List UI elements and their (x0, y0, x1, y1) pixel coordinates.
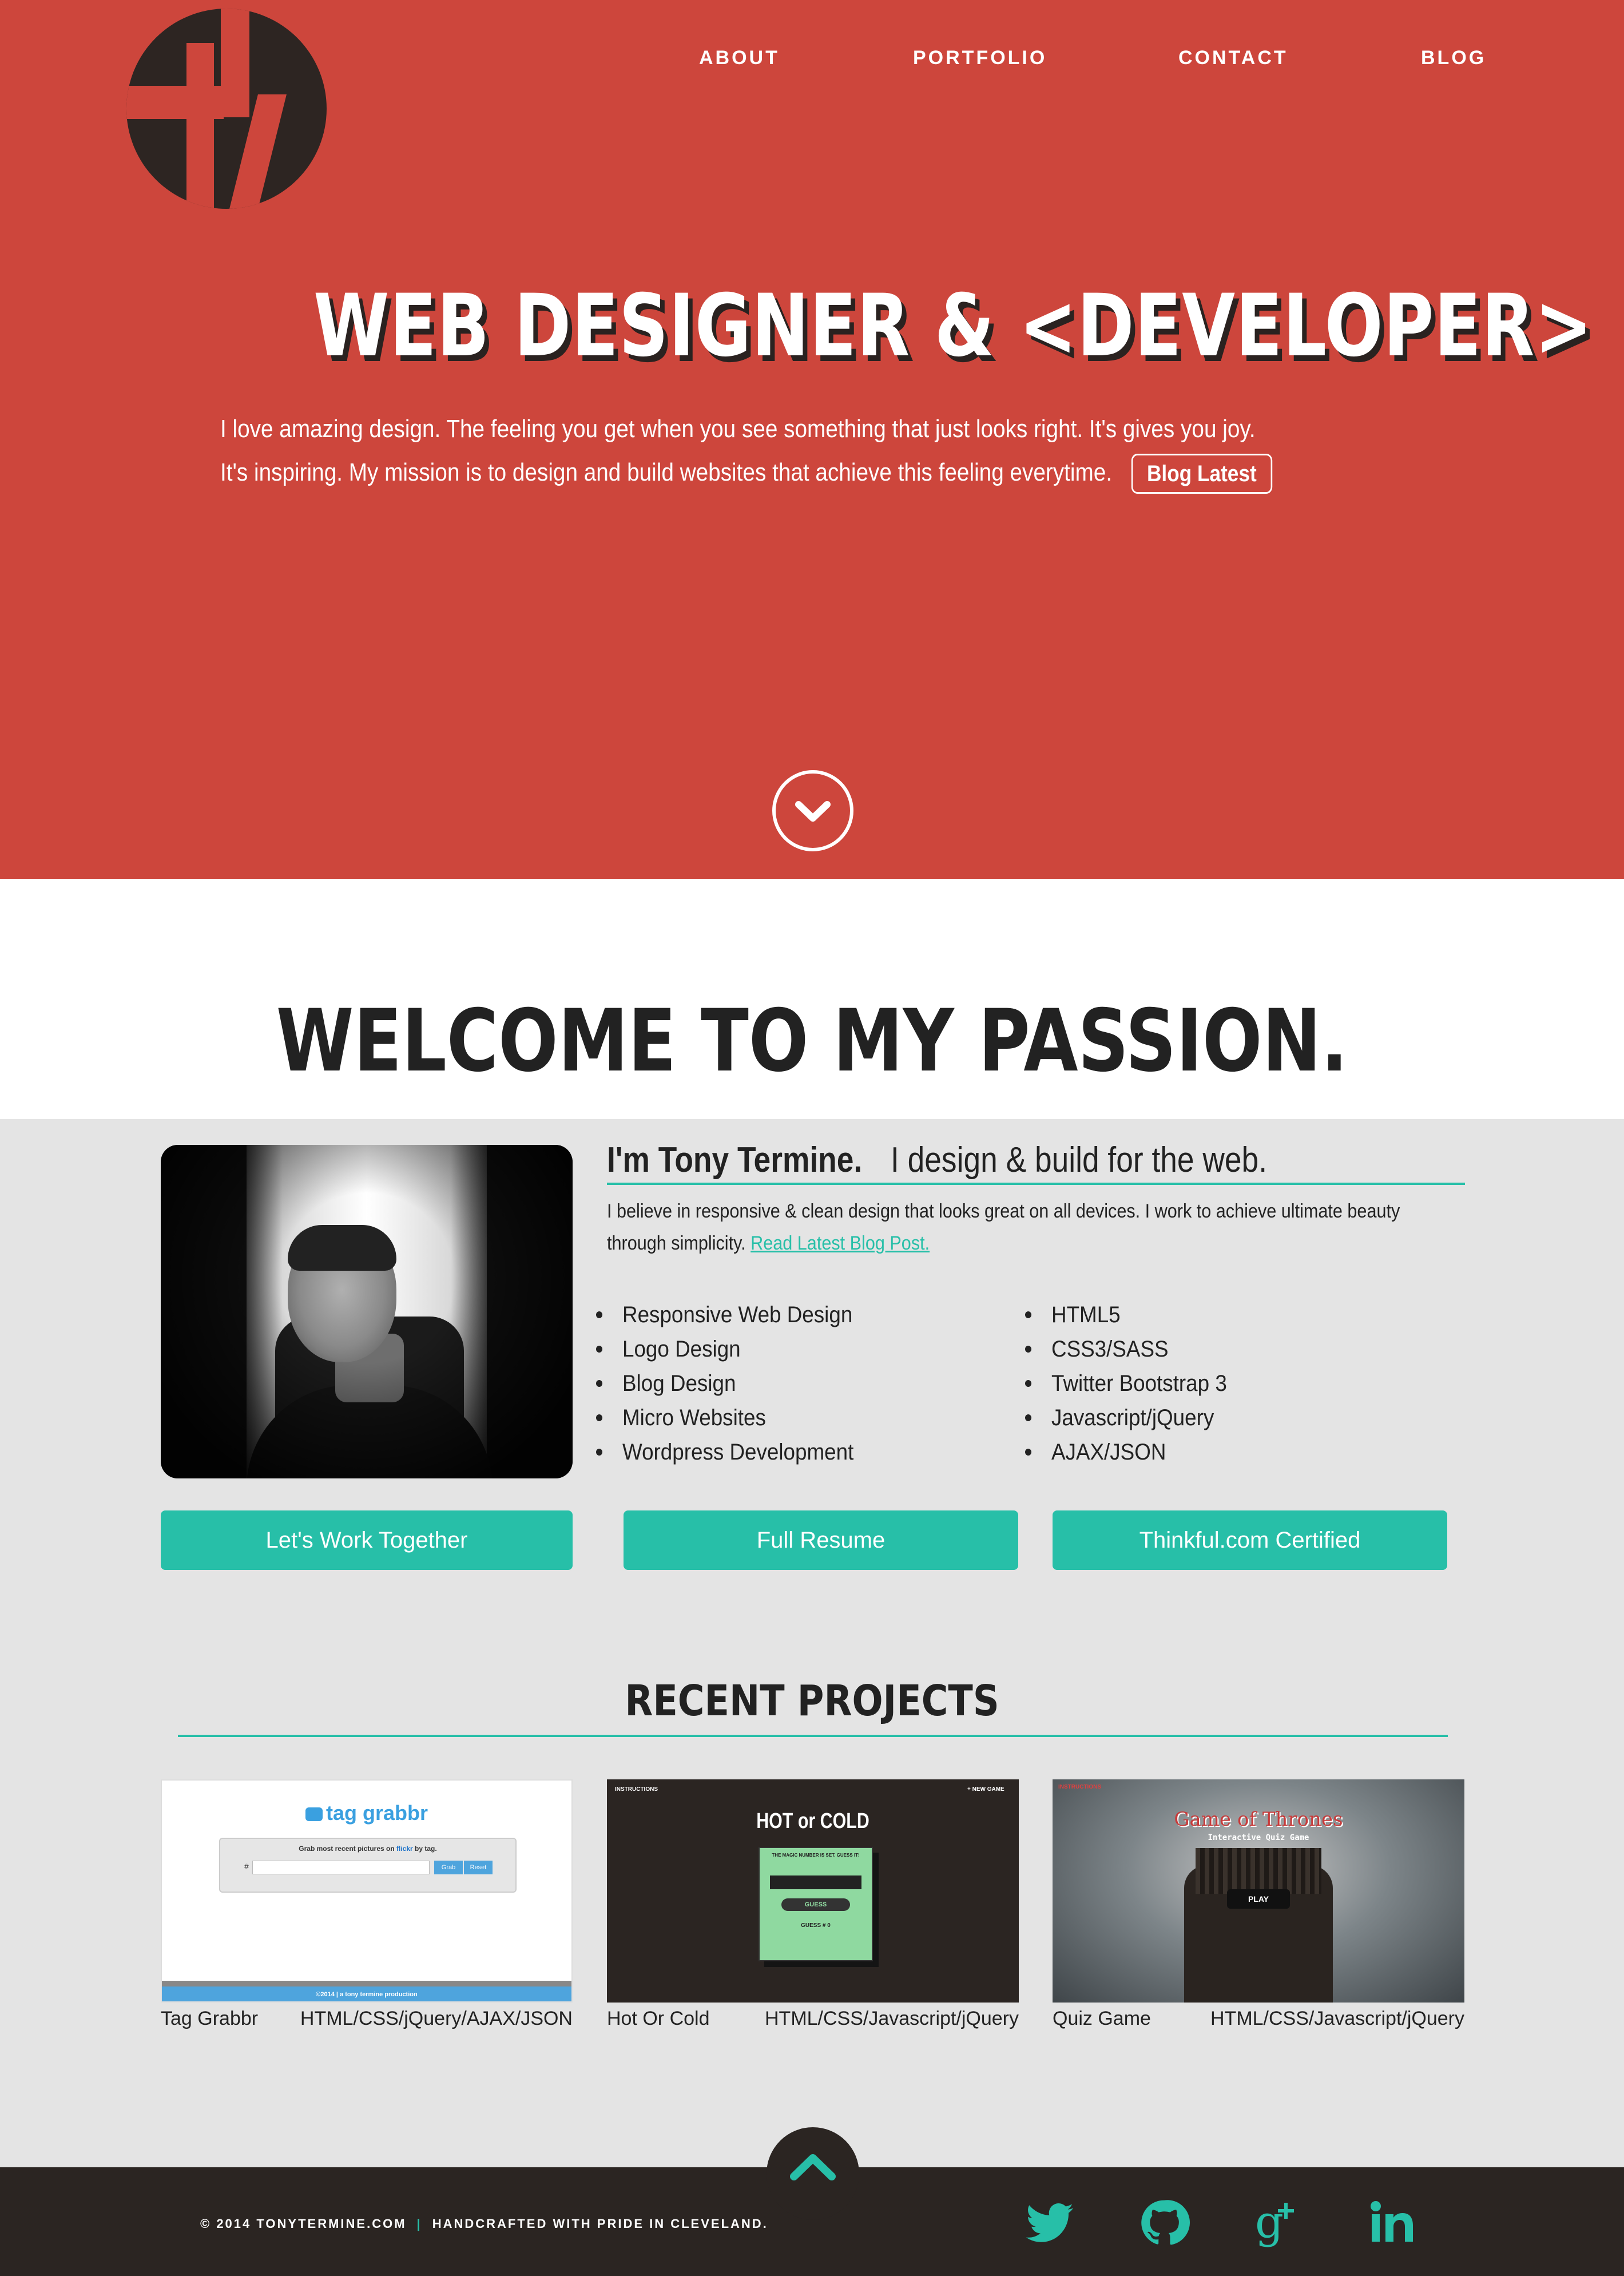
intro-heading: I'm Tony Termine. I design & build for t… (607, 1141, 1465, 1185)
chevron-down-icon (795, 801, 831, 822)
list-item: CSS3/SASS (1025, 1332, 1227, 1366)
linkedin-icon (1371, 2201, 1413, 2242)
technologies-list: HTML5 CSS3/SASS Twitter Bootstrap 3 Java… (1025, 1298, 1227, 1469)
divider (162, 1981, 571, 1986)
reset-button[interactable]: Reset (464, 1861, 493, 1874)
project-tech: HTML/CSS/Javascript/jQuery (1210, 2008, 1464, 2029)
project-tech: HTML/CSS/jQuery/AJAX/JSON (300, 2008, 573, 2029)
thinkful-certified-button[interactable]: Thinkful.com Certified (1053, 1510, 1447, 1570)
tag-grabbr-brand: tag grabbr (325, 1801, 428, 1825)
prompt-text: Grab most recent pictures on (299, 1845, 396, 1853)
prompt-text: by tag. (412, 1845, 437, 1853)
list-item: Responsive Web Design (596, 1298, 853, 1332)
quiz-title: Game of Thrones (1174, 1808, 1343, 1831)
hero-text: I love amazing design. The feeling you g… (220, 407, 1288, 494)
google-plus-icon: g (1255, 2196, 1294, 2248)
list-item: AJAX/JSON (1025, 1435, 1227, 1469)
blog-latest-button[interactable]: Blog Latest (1131, 454, 1272, 494)
grab-button[interactable]: Grab (434, 1861, 463, 1874)
footer-tagline: HANDCRAFTED WITH PRIDE IN CLEVELAND. (432, 2216, 768, 2231)
project-tech: HTML/CSS/Javascript/jQuery (765, 2008, 1019, 2029)
divider (178, 1735, 1448, 1737)
scroll-down-button[interactable] (772, 770, 853, 851)
back-to-top-button[interactable] (767, 2127, 859, 2220)
project-thumbnail-tag-grabbr[interactable]: tag grabbr Grab most recent pictures on … (161, 1779, 573, 2003)
photo-vignette (161, 1145, 573, 1478)
chevron-up-icon (790, 2154, 836, 2180)
list-item: Twitter Bootstrap 3 (1025, 1366, 1227, 1401)
tag-hash: # (244, 1862, 249, 1871)
list-item: Logo Design (596, 1332, 853, 1366)
copyright-text: © 2014 TONYTERMINE.COM (200, 2216, 407, 2231)
list-item: Blog Design (596, 1366, 853, 1401)
recent-projects-title: RECENT PROJECTS (625, 1676, 999, 1726)
project-thumbnail-hot-or-cold[interactable]: INSTRUCTIONS + NEW GAME HOT or COLD THE … (607, 1779, 1019, 2003)
tag-grabbr-footer: ©2014 | a tony termine production (162, 1986, 571, 2001)
prompt-brand: flickr (396, 1845, 413, 1853)
tag-grabbr-prompt: Grab most recent pictures on flickr by t… (219, 1845, 517, 1853)
twitter-icon (1026, 2203, 1074, 2242)
nav-about[interactable]: ABOUT (699, 47, 780, 76)
hero-title: WEB DESIGNER & <DEVELOPER> (313, 276, 1593, 376)
nav-blog[interactable]: BLOG (1421, 47, 1486, 76)
linkedin-link[interactable] (1367, 2197, 1419, 2249)
list-item: Wordpress Development (596, 1435, 853, 1469)
hero-paragraph: I love amazing design. The feeling you g… (220, 415, 1256, 486)
guess-input[interactable] (770, 1875, 861, 1889)
tag-grabbr-logo: tag grabbr (162, 1801, 571, 1825)
logo-stroke (221, 9, 249, 117)
quiz-subtitle: Interactive Quiz Game (1208, 1833, 1309, 1842)
intro-tagline: I design & build for the web. (891, 1140, 1268, 1180)
svg-text:g: g (1255, 2197, 1284, 2248)
game-title: HOT or COLD (756, 1809, 869, 1833)
services-list: Responsive Web Design Logo Design Blog D… (596, 1298, 853, 1469)
welcome-title: WELCOME TO MY PASSION. (276, 992, 1348, 1091)
site-logo[interactable] (126, 9, 327, 209)
list-item: HTML5 (1025, 1298, 1227, 1332)
new-game-link[interactable]: + NEW GAME (967, 1786, 1004, 1793)
lets-work-together-button[interactable]: Let's Work Together (161, 1510, 573, 1570)
tag-grabbr-icon (305, 1807, 323, 1822)
throne-swords (1196, 1848, 1321, 1894)
instructions-link[interactable]: INSTRUCTIONS (615, 1786, 658, 1793)
list-item: Micro Websites (596, 1401, 853, 1435)
profile-photo (161, 1145, 573, 1478)
guess-count: GUESS # 0 (801, 1922, 831, 1929)
intro-paragraph: I believe in responsive & clean design t… (607, 1200, 1400, 1254)
twitter-link[interactable] (1024, 2197, 1075, 2249)
list-item: Javascript/jQuery (1025, 1401, 1227, 1435)
github-link[interactable] (1138, 2197, 1190, 2249)
project-thumbnail-quiz-game[interactable]: INSTRUCTIONS Game of Thrones Interactive… (1053, 1779, 1464, 2003)
play-button[interactable]: PLAY (1227, 1889, 1290, 1909)
game-status: THE MAGIC NUMBER IS SET. GUESS IT! (772, 1853, 860, 1858)
instructions-link[interactable]: INSTRUCTIONS (1058, 1784, 1101, 1790)
google-plus-link[interactable]: g (1253, 2196, 1304, 2249)
nav-contact[interactable]: CONTACT (1178, 47, 1288, 76)
footer-separator: | (416, 2216, 422, 2231)
github-icon (1141, 2200, 1190, 2245)
intro-text: I believe in responsive & clean design t… (607, 1195, 1459, 1259)
latest-blog-post-link[interactable]: Read Latest Blog Post. (751, 1232, 930, 1254)
tag-input[interactable] (252, 1861, 430, 1874)
logo-stroke (186, 43, 214, 209)
nav-portfolio[interactable]: PORTFOLIO (913, 47, 1047, 76)
footer-copyright: © 2014 TONYTERMINE.COM | HANDCRAFTED WITH … (200, 2215, 768, 2233)
guess-button[interactable]: GUESS (781, 1898, 850, 1911)
intro-name: I'm Tony Termine. (607, 1140, 863, 1180)
full-resume-button[interactable]: Full Resume (624, 1510, 1018, 1570)
